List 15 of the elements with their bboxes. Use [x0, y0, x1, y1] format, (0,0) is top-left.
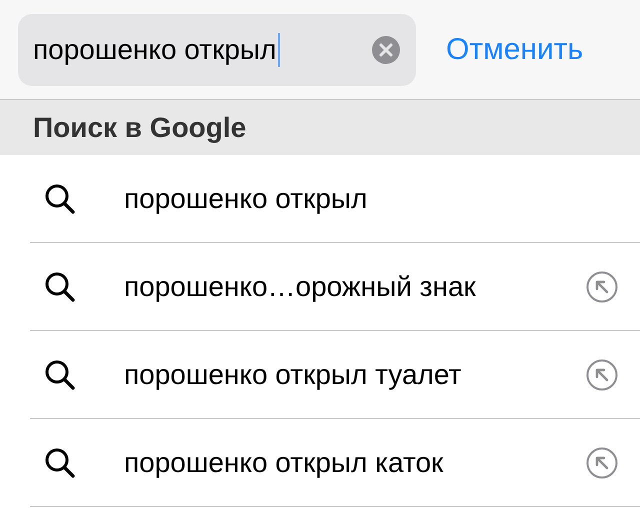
- clear-icon[interactable]: [372, 36, 400, 64]
- section-title: Поиск в Google: [33, 112, 246, 144]
- suggestion-text: порошенко открыл туалет: [124, 358, 462, 390]
- suggestion-text: порошенко открыл каток: [124, 446, 444, 478]
- search-icon: [44, 270, 76, 302]
- suggestion-row[interactable]: порошенко открыл туалет: [30, 331, 640, 419]
- search-icon: [44, 358, 76, 390]
- search-field[interactable]: порошенко открыл: [18, 14, 416, 86]
- search-icon: [44, 182, 76, 214]
- suggestion-text: порошенко открыл: [124, 182, 368, 214]
- suggestion-text: порошенко…орожный знак: [124, 270, 477, 302]
- suggestion-row[interactable]: порошенко открыл каток: [30, 419, 640, 507]
- suggestion-row[interactable]: порошенко открыл: [30, 155, 640, 243]
- search-icon: [44, 446, 76, 478]
- suggestion-row[interactable]: порошенко…орожный знак: [30, 243, 640, 331]
